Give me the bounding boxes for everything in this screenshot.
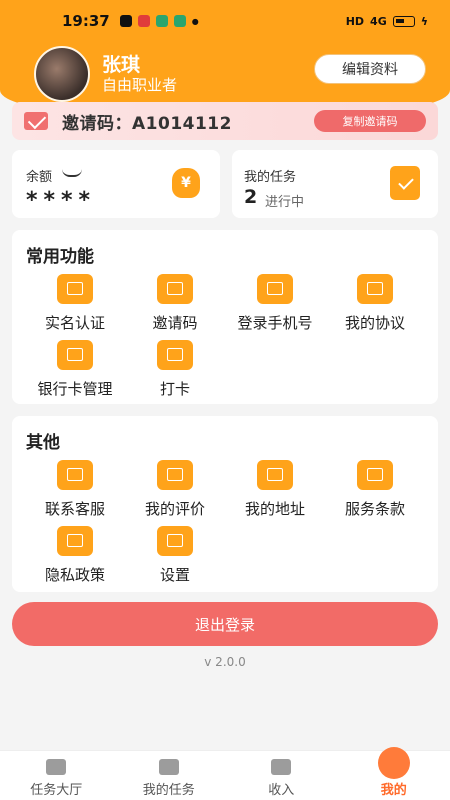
fn-label: 我的地址 [244,500,305,518]
fn-label: 银行卡管理 [37,380,113,398]
common-functions-section: 常用功能 实名认证 邀请码 登录手机号 我的协议 银行卡管理 打卡 [12,230,438,404]
app-notification-icon [137,15,150,27]
settings-icon [157,526,193,556]
headset-icon [57,460,93,490]
invite-code: 邀请码：A1014112 [62,113,232,134]
user-job: 自由职业者 [102,76,178,94]
money-bag-icon: ¥ [172,168,200,198]
more-dot-icon: ● [191,16,199,26]
section-title: 常用功能 [26,247,94,267]
nav-label: 收入 [268,783,295,798]
fn-label: 邀请码 [152,314,198,332]
other-section: 其他 联系客服 我的评价 我的地址 服务条款 隐私政策 设置 [12,416,438,592]
fn-settings[interactable]: 设置 [120,526,230,585]
battery-icon [392,15,415,27]
fn-label: 我的协议 [344,314,405,332]
fn-label: 联系客服 [44,500,105,518]
fn-label: 隐私政策 [44,566,105,584]
location-icon [257,460,293,490]
task-icon [158,759,179,775]
task-card[interactable]: 我的任务 2 进行中 [232,150,438,218]
status-time: 19:37 [62,12,110,30]
chat-icon [157,460,193,490]
copy-invite-button[interactable]: 复制邀请码 [314,110,426,132]
chat-notification-icon [119,15,132,27]
fn-label: 设置 [159,566,190,584]
nav-label: 任务大厅 [30,783,83,798]
fn-privacy-policy[interactable]: 隐私政策 [20,526,130,585]
calendar-check-icon [157,340,193,370]
task-count: 2 [244,186,258,208]
balance-card[interactable]: 余额 **** ¥ [12,150,220,218]
fn-service-terms[interactable]: 服务条款 [320,460,430,519]
fn-bank-card[interactable]: 银行卡管理 [20,340,130,399]
fn-my-agreement[interactable]: 我的协议 [320,274,430,333]
app-notification-icon-3 [173,15,186,27]
fn-contact-service[interactable]: 联系客服 [20,460,130,519]
fn-invite-code[interactable]: 邀请码 [120,274,230,333]
nav-task-hall[interactable]: 任务大厅 [0,751,113,800]
charging-icon: ϟ [420,14,428,28]
user-name: 张琪 [102,54,141,76]
fn-label: 实名认证 [44,314,105,332]
fn-label: 服务条款 [344,500,405,518]
nav-label: 我的 [380,783,407,798]
eye-closed-icon[interactable] [62,169,82,177]
fn-label: 打卡 [159,380,190,398]
envelope-icon [157,274,193,304]
invite-bar: 邀请码：A1014112 复制邀请码 [12,102,438,140]
fn-real-name[interactable]: 实名认证 [20,274,130,333]
fn-my-reviews[interactable]: 我的评价 [120,460,230,519]
avatar[interactable] [34,46,90,102]
bank-card-icon [57,340,93,370]
balance-value: **** [26,188,97,213]
privacy-icon [57,526,93,556]
balance-label: 余额 [26,170,53,185]
task-status: 进行中 [265,195,305,210]
status-bar: 19:37 ● HD 4G ϟ [0,0,450,42]
id-card-icon [57,274,93,304]
nav-mine[interactable]: 我的 [338,747,450,800]
money-bag-icon [271,759,292,775]
clipboard-check-icon [390,166,420,200]
fn-check-in[interactable]: 打卡 [120,340,230,399]
app-notification-icon-2 [155,15,168,27]
section-title: 其他 [26,433,60,453]
phone-icon [257,274,293,304]
nav-my-tasks[interactable]: 我的任务 [113,751,226,800]
profile-header: 19:37 ● HD 4G ϟ 张琪 自由职业者 编辑资料 [0,0,450,108]
nav-income[interactable]: 收入 [225,751,338,800]
logout-button[interactable]: 退出登录 [12,602,438,646]
version-label: v 2.0.0 [204,655,246,669]
fn-my-address[interactable]: 我的地址 [220,460,330,519]
fn-label: 登录手机号 [237,314,313,332]
profile-icon [377,747,410,779]
document-icon [357,274,393,304]
edit-profile-button[interactable]: 编辑资料 [314,54,426,84]
terms-icon [357,460,393,490]
nav-label: 我的任务 [142,783,195,798]
envelope-icon [24,112,48,130]
network-label: HD [345,14,365,28]
fn-label: 我的评价 [144,500,205,518]
signal-label: 4G [370,14,387,28]
bottom-nav: 任务大厅 我的任务 收入 我的 [0,747,450,800]
home-icon [46,759,67,775]
fn-login-phone[interactable]: 登录手机号 [220,274,330,333]
task-label: 我的任务 [244,170,297,185]
